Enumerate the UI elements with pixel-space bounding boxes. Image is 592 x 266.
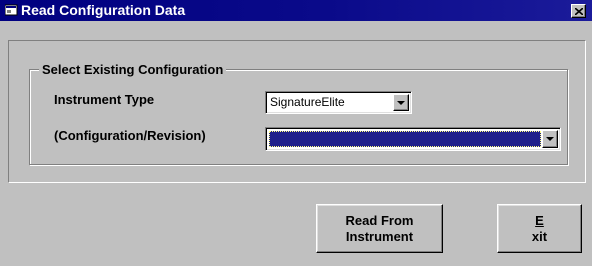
- instrument-type-dropdown-button[interactable]: [393, 94, 409, 111]
- instrument-type-value: SignatureElite: [270, 95, 345, 109]
- exit-label: Exit: [532, 213, 547, 245]
- read-from-instrument-button[interactable]: Read From Instrument: [316, 204, 443, 253]
- chevron-down-icon: [397, 100, 405, 105]
- title-bar[interactable]: Read Configuration Data: [0, 0, 592, 21]
- configuration-revision-dropdown-button[interactable]: [542, 130, 558, 148]
- exit-button[interactable]: Exit: [497, 204, 582, 253]
- configuration-revision-label: (Configuration/Revision): [54, 128, 206, 143]
- read-from-instrument-label: Read From Instrument: [345, 212, 414, 244]
- close-button[interactable]: [571, 4, 586, 18]
- chevron-down-icon: [546, 137, 554, 141]
- instrument-type-select[interactable]: SignatureElite: [265, 91, 412, 114]
- exit-mnemonic: E: [535, 212, 544, 228]
- close-icon: [574, 7, 583, 15]
- read-configuration-dialog: Read Configuration Data Select Existing …: [0, 0, 592, 266]
- instrument-type-label: Instrument Type: [54, 92, 155, 107]
- configuration-selection-highlight: [269, 131, 541, 147]
- group-label: Select Existing Configuration: [39, 62, 227, 77]
- window-title: Read Configuration Data: [21, 2, 186, 18]
- configuration-revision-select[interactable]: [265, 127, 561, 151]
- app-window-icon: [5, 4, 18, 16]
- exit-label-rest: xit: [531, 228, 548, 244]
